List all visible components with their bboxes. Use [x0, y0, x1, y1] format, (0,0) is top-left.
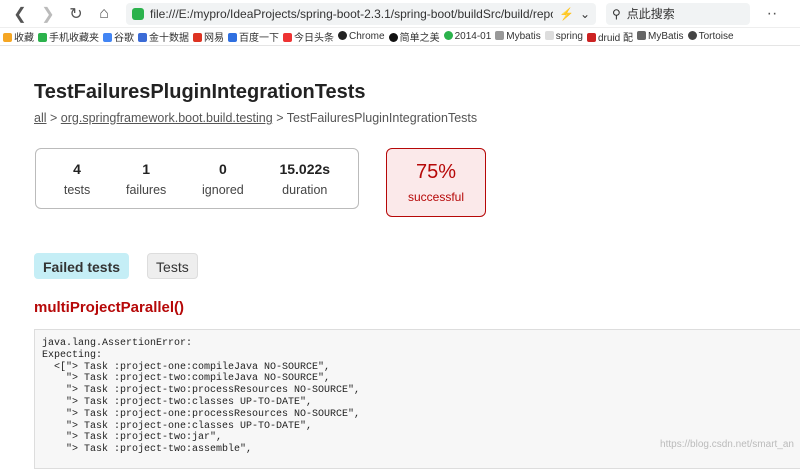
success-rate-value: 75%: [387, 161, 485, 184]
search-placeholder: 点此搜索: [627, 5, 675, 22]
shield-icon: [132, 8, 144, 20]
bookmarks-bar: 收藏 手机收藏夹 谷歌 金十数据 网易 百度一下 今日头条 Chrome 简单之…: [0, 28, 800, 46]
failed-test-name: multiProjectParallel(): [34, 299, 184, 316]
chevron-down-icon[interactable]: ⌄: [580, 7, 590, 21]
counter-duration: 15.022s duration: [279, 161, 330, 197]
home-icon[interactable]: ⌂: [90, 5, 118, 23]
breadcrumb-current: TestFailuresPluginIntegrationTests: [287, 111, 477, 125]
breadcrumb-separator: >: [50, 111, 57, 125]
bookmark-item[interactable]: 手机收藏夹: [38, 29, 99, 44]
bookmark-item[interactable]: 百度一下: [228, 29, 279, 44]
bookmark-item[interactable]: 2014-01: [444, 31, 492, 42]
counter-label: tests: [64, 183, 90, 197]
address-bar[interactable]: file:///E:/mypro/IdeaProjects/spring-boo…: [126, 3, 596, 25]
counter-failures: 1 failures: [126, 161, 166, 197]
bookmark-item[interactable]: Mybatis: [495, 31, 540, 42]
breadcrumb-all-link[interactable]: all: [34, 111, 47, 125]
bookmark-item[interactable]: 收藏: [3, 29, 34, 44]
summary-box: 4 tests 1 failures 0 ignored 15.022s duratio…: [35, 148, 359, 209]
counter-value: 4: [64, 161, 90, 177]
counter-value: 1: [126, 161, 166, 177]
url-text[interactable]: file:///E:/mypro/IdeaProjects/spring-boo…: [150, 7, 553, 21]
search-icon: ⚲: [612, 7, 621, 21]
tab-tests[interactable]: Tests: [147, 253, 198, 279]
counter-label: ignored: [202, 183, 244, 197]
breadcrumb-separator: >: [276, 111, 283, 125]
counter-label: failures: [126, 183, 166, 197]
bookmark-item[interactable]: 今日头条: [283, 29, 334, 44]
success-rate-label: successful: [387, 190, 485, 204]
breadcrumb: all > org.springframework.boot.build.tes…: [34, 111, 477, 125]
counter-tests: 4 tests: [64, 161, 90, 197]
bookmark-item[interactable]: 简单之美: [389, 29, 440, 44]
watermark: https://blog.csdn.net/smart_an: [660, 439, 794, 450]
bookmark-item[interactable]: 谷歌: [103, 29, 134, 44]
back-icon[interactable]: ❮: [6, 4, 34, 24]
bookmark-item[interactable]: spring: [545, 31, 583, 42]
bookmark-item[interactable]: MyBatis: [637, 31, 684, 42]
counter-value: 0: [202, 161, 244, 177]
bookmark-item[interactable]: 网易: [193, 29, 224, 44]
breadcrumb-package-link[interactable]: org.springframework.boot.build.testing: [61, 111, 273, 125]
counter-label: duration: [279, 183, 330, 197]
counter-value: 15.022s: [279, 161, 330, 177]
tab-failed-tests[interactable]: Failed tests: [34, 253, 129, 279]
reload-icon[interactable]: ↻: [62, 4, 90, 24]
bookmark-item[interactable]: Chrome: [338, 31, 385, 42]
browser-toolbar: ❮ ❯ ↻ ⌂ file:///E:/mypro/IdeaProjects/sp…: [0, 0, 800, 28]
bookmark-item[interactable]: Tortoise: [688, 31, 734, 42]
search-input[interactable]: ⚲ 点此搜索: [606, 3, 750, 25]
page-title: TestFailuresPluginIntegrationTests: [34, 81, 366, 104]
success-rate-box: 75% successful: [386, 148, 486, 217]
tab-bar: Failed tests Tests: [34, 253, 198, 279]
bookmark-item[interactable]: druid 配: [587, 29, 633, 44]
lightning-icon[interactable]: ⚡: [559, 7, 574, 21]
bookmark-item[interactable]: 金十数据: [138, 29, 189, 44]
forward-icon[interactable]: ❯: [34, 4, 62, 24]
counter-ignored: 0 ignored: [202, 161, 244, 197]
menu-icon[interactable]: ··: [758, 5, 786, 23]
